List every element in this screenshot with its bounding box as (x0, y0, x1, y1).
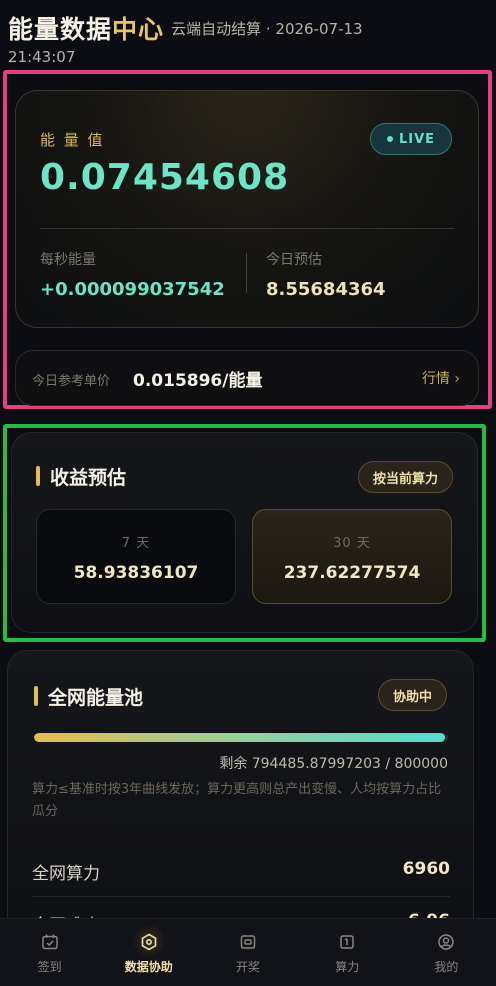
pool-remaining: 剩余 794485.87997203 / 800000 (219, 756, 448, 772)
lottery-icon (240, 935, 256, 949)
current-time: 21:43:07 (8, 48, 76, 66)
estimate-30-days[interactable]: 30 天 237.62277574 (252, 509, 452, 604)
divider (40, 228, 454, 229)
nav-checkin[interactable]: 签到 (0, 919, 99, 986)
estimate-7-days-value: 58.93836107 (73, 563, 199, 583)
network-hashrate-label: 全网算力 (32, 864, 100, 884)
nav-profile[interactable]: 我的 (397, 919, 496, 986)
estimate-30-days-value: 237.62277574 (283, 563, 421, 583)
today-estimate: 今日预估 8.55684364 (266, 249, 386, 300)
price-value: 0.015896/能量 (133, 371, 263, 391)
nav-power-label: 算力 (335, 960, 360, 974)
market-link[interactable]: 行情 › (422, 368, 460, 388)
reference-price-row: 今日参考单价 0.015896/能量 行情 › (15, 350, 479, 406)
energy-pool-card: 全网能量池 协助中 剩余 794485.87997203 / 800000 算力… (7, 650, 474, 940)
earnings-title: 收益预估 (36, 463, 126, 490)
page-title-accent: 中心 (112, 15, 165, 44)
energy-label: 能 量 值 (40, 131, 105, 149)
pool-progress-bar (34, 733, 448, 742)
page-subtitle: 云端自动结算 · 2026-07-13 (171, 20, 363, 38)
live-badge: LIVE (370, 123, 452, 155)
pool-progress-fill (34, 733, 446, 742)
nav-profile-label: 我的 (434, 960, 459, 974)
pool-title: 全网能量池 (34, 683, 143, 710)
page-header: 能量数据中心 云端自动结算 · 2026-07-13 21:43:07 (8, 10, 488, 66)
per-second-energy: 每秒能量 +0.000099037542 (40, 249, 225, 300)
earnings-section: 收益预估 按当前算力 7 天 58.93836107 30 天 237.6227… (3, 424, 486, 642)
energy-value: 0.07454608 (40, 157, 290, 198)
pool-description: 算力≤基准时按3年曲线发放；算力更高则总产出变慢、人均按算力占比瓜分 (32, 782, 442, 819)
earnings-card: 收益预估 按当前算力 7 天 58.93836107 30 天 237.6227… (11, 432, 478, 633)
live-dot-icon (386, 136, 393, 142)
hexagon-data-icon (141, 933, 157, 951)
per-second-value: +0.000099037542 (40, 279, 225, 300)
network-hashrate-value: 6960 (402, 859, 450, 879)
estimate-7-days-label: 7 天 (121, 536, 151, 551)
energy-section: 能 量 值 LIVE 0.07454608 每秒能量 +0.0000990375… (3, 70, 492, 409)
compute-mode-button[interactable]: 按当前算力 (357, 461, 453, 493)
pool-status-badge: 协助中 (377, 679, 447, 711)
nav-lottery-label: 开奖 (236, 960, 261, 974)
nav-lottery[interactable]: 开奖 (198, 919, 297, 986)
vertical-divider (246, 253, 247, 293)
nav-data-assist-label: 数据协助 (124, 960, 173, 974)
live-badge-label: LIVE (398, 131, 436, 147)
user-icon (438, 934, 455, 950)
today-estimate-label: 今日预估 (266, 252, 322, 268)
estimate-7-days[interactable]: 7 天 58.93836107 (36, 509, 236, 604)
estimate-30-days-label: 30 天 (333, 536, 371, 551)
bottom-nav: 签到 数据协助 开奖 算力 我的 (0, 918, 496, 986)
page-title: 能量数据中心 (8, 10, 164, 46)
power-icon (340, 935, 354, 949)
nav-power[interactable]: 算力 (298, 919, 397, 986)
nav-checkin-label: 签到 (37, 960, 62, 974)
calendar-check-icon (41, 934, 58, 950)
page-title-main: 能量数据 (8, 15, 113, 44)
energy-card: 能 量 值 LIVE 0.07454608 每秒能量 +0.0000990375… (15, 90, 479, 328)
per-second-label: 每秒能量 (40, 252, 96, 268)
network-hashrate-row: 全网算力 6960 (32, 847, 450, 897)
today-estimate-value: 8.55684364 (266, 279, 386, 300)
price-label: 今日参考单价 (32, 374, 111, 389)
nav-data-assist[interactable]: 数据协助 (99, 919, 198, 986)
